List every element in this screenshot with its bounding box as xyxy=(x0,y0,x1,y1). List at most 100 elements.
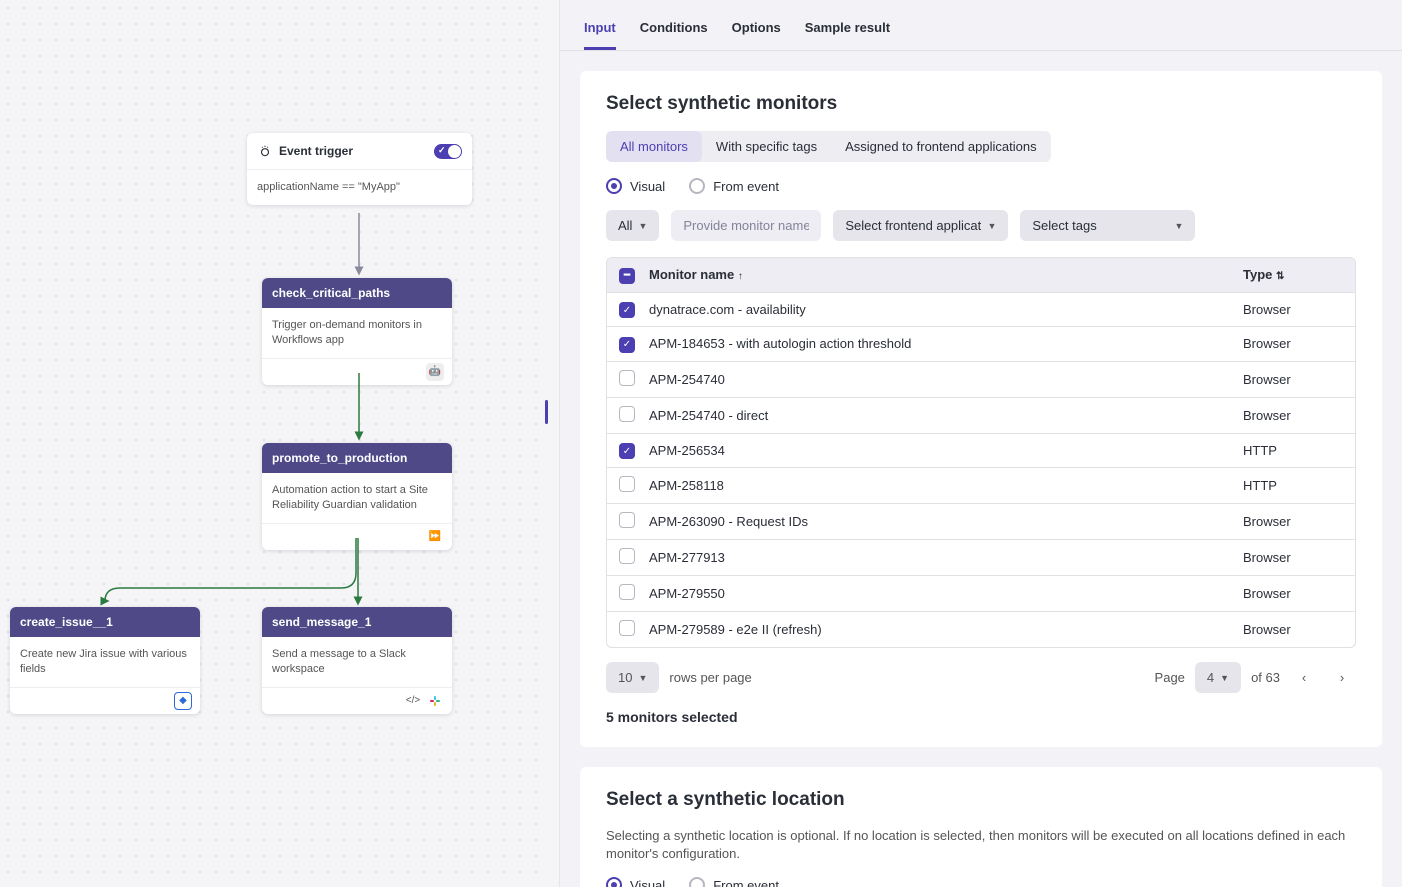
table-row[interactable]: ✓dynatrace.com - availabilityBrowser xyxy=(607,292,1355,327)
location-title: Select a synthetic location xyxy=(606,789,1356,811)
row-checkbox[interactable]: ✓ xyxy=(619,302,635,318)
node-title: check_critical_paths xyxy=(272,286,390,300)
table-header: ━ Monitor name ↑ Type ⇅ xyxy=(607,258,1355,292)
row-name: APM-184653 - with autologin action thres… xyxy=(649,336,1243,351)
row-checkbox[interactable]: ✓ xyxy=(619,337,635,353)
node-promote-to-production[interactable]: promote_to_production Automation action … xyxy=(262,443,452,550)
radio-visual[interactable]: Visual xyxy=(606,877,665,887)
node-title: promote_to_production xyxy=(272,451,407,465)
row-name: APM-256534 xyxy=(649,443,1243,458)
radio-from-event[interactable]: From event xyxy=(689,877,779,887)
node-create-issue[interactable]: create_issue__1 Create new Jira issue wi… xyxy=(10,607,200,714)
page-next-button[interactable]: › xyxy=(1328,664,1356,692)
row-name: APM-258118 xyxy=(649,478,1243,493)
tab-sample-result[interactable]: Sample result xyxy=(805,12,890,50)
select-value: 4 xyxy=(1207,670,1214,685)
row-checkbox[interactable] xyxy=(619,512,635,528)
location-helper: Selecting a synthetic location is option… xyxy=(606,827,1356,863)
trigger-node[interactable]: Event trigger ✓ applicationName == "MyAp… xyxy=(247,133,472,205)
row-name: APM-279550 xyxy=(649,586,1243,601)
panel-resize-handle[interactable] xyxy=(545,400,548,424)
row-name: APM-279589 - e2e II (refresh) xyxy=(649,622,1243,637)
column-label: Type xyxy=(1243,267,1272,282)
tab-bar: Input Conditions Options Sample result xyxy=(560,0,1402,51)
trigger-toggle[interactable]: ✓ xyxy=(434,144,462,159)
select-value: 10 xyxy=(618,670,632,685)
robot-icon: 🤖 xyxy=(426,363,444,381)
config-panel: Input Conditions Options Sample result S… xyxy=(559,0,1402,887)
table-row[interactable]: APM-258118HTTP xyxy=(607,467,1355,503)
edge xyxy=(357,373,361,443)
node-desc: Send a message to a Slack workspace xyxy=(272,648,406,675)
type-filter-select[interactable]: All ▼ xyxy=(606,210,659,241)
row-name: APM-263090 - Request IDs xyxy=(649,514,1243,529)
radio-label: Visual xyxy=(630,878,665,887)
column-type[interactable]: Type ⇅ xyxy=(1243,267,1343,282)
pagination: 10 ▼ rows per page Page 4 ▼ of 63 ‹ › xyxy=(606,662,1356,693)
table-row[interactable]: APM-277913Browser xyxy=(607,539,1355,575)
node-send-message[interactable]: send_message_1 Send a message to a Slack… xyxy=(262,607,452,714)
pill-all-monitors[interactable]: All monitors xyxy=(606,131,702,162)
page-label: Page xyxy=(1155,670,1185,685)
tags-select[interactable]: Select tags ▼ xyxy=(1020,210,1195,241)
sort-asc-icon: ↑ xyxy=(738,271,743,282)
page-prev-button[interactable]: ‹ xyxy=(1290,664,1318,692)
location-mode-radios: Visual From event xyxy=(606,877,1356,887)
filter-row: All ▼ Select frontend applicatio ▼ Selec… xyxy=(606,210,1356,241)
row-type: Browser xyxy=(1243,302,1343,317)
row-checkbox[interactable] xyxy=(619,584,635,600)
row-checkbox[interactable] xyxy=(619,370,635,386)
table-row[interactable]: APM-263090 - Request IDsBrowser xyxy=(607,503,1355,539)
table-row[interactable]: APM-279550Browser xyxy=(607,575,1355,611)
tab-options[interactable]: Options xyxy=(732,12,781,50)
row-checkbox[interactable] xyxy=(619,620,635,636)
tab-conditions[interactable]: Conditions xyxy=(640,12,708,50)
select-all-checkbox[interactable]: ━ xyxy=(619,268,635,284)
pill-assigned-apps[interactable]: Assigned to frontend applications xyxy=(831,131,1051,162)
monitors-title: Select synthetic monitors xyxy=(606,93,1356,115)
row-type: Browser xyxy=(1243,336,1343,351)
pill-with-tags[interactable]: With specific tags xyxy=(702,131,831,162)
column-label: Monitor name xyxy=(649,267,734,282)
row-type: Browser xyxy=(1243,514,1343,529)
tab-input[interactable]: Input xyxy=(584,12,616,50)
row-type: Browser xyxy=(1243,622,1343,637)
radio-dot-icon xyxy=(606,178,622,194)
frontend-app-select[interactable]: Select frontend applicatio ▼ xyxy=(833,210,1008,241)
radio-visual[interactable]: Visual xyxy=(606,178,665,194)
rows-per-page-select[interactable]: 10 ▼ xyxy=(606,662,659,693)
selected-count: 5 monitors selected xyxy=(606,709,1356,725)
row-checkbox[interactable] xyxy=(619,548,635,564)
row-checkbox[interactable] xyxy=(619,476,635,492)
monitor-name-input[interactable] xyxy=(671,210,821,241)
page-select[interactable]: 4 ▼ xyxy=(1195,662,1241,693)
radio-label: Visual xyxy=(630,179,665,194)
table-row[interactable]: ✓ APM-184653 - with autologin action thre… xyxy=(607,326,1355,361)
table-row[interactable]: APM-254740 - directBrowser xyxy=(607,397,1355,433)
trigger-title: Event trigger xyxy=(279,144,353,158)
column-monitor-name[interactable]: Monitor name ↑ xyxy=(649,267,1243,282)
row-type: Browser xyxy=(1243,408,1343,423)
row-name: APM-277913 xyxy=(649,550,1243,565)
table-row[interactable]: APM-254740Browser xyxy=(607,361,1355,397)
edge xyxy=(100,538,360,608)
table-row[interactable]: APM-279589 - e2e II (refresh)Browser xyxy=(607,611,1355,647)
monitor-filter-pills: All monitors With specific tags Assigned… xyxy=(606,131,1051,162)
trigger-condition: applicationName == "MyApp" xyxy=(257,181,400,193)
trigger-icon xyxy=(257,143,273,159)
radio-dot-icon xyxy=(689,178,705,194)
node-title: create_issue__1 xyxy=(20,615,113,629)
node-check-critical-paths[interactable]: check_critical_paths Trigger on-demand m… xyxy=(262,278,452,385)
row-checkbox[interactable]: ✓ xyxy=(619,443,635,459)
chevron-down-icon: ▼ xyxy=(1174,221,1183,231)
row-checkbox[interactable] xyxy=(619,406,635,422)
row-type: Browser xyxy=(1243,372,1343,387)
node-desc: Create new Jira issue with various field… xyxy=(20,648,187,675)
radio-label: From event xyxy=(713,878,779,887)
monitors-table: ━ Monitor name ↑ Type ⇅ ✓dynatrace.com -… xyxy=(606,257,1356,648)
row-type: Browser xyxy=(1243,586,1343,601)
table-row[interactable]: ✓APM-256534HTTP xyxy=(607,433,1355,468)
radio-from-event[interactable]: From event xyxy=(689,178,779,194)
chevron-down-icon: ▼ xyxy=(987,221,996,231)
workflow-canvas[interactable]: Event trigger ✓ applicationName == "MyAp… xyxy=(0,0,545,887)
